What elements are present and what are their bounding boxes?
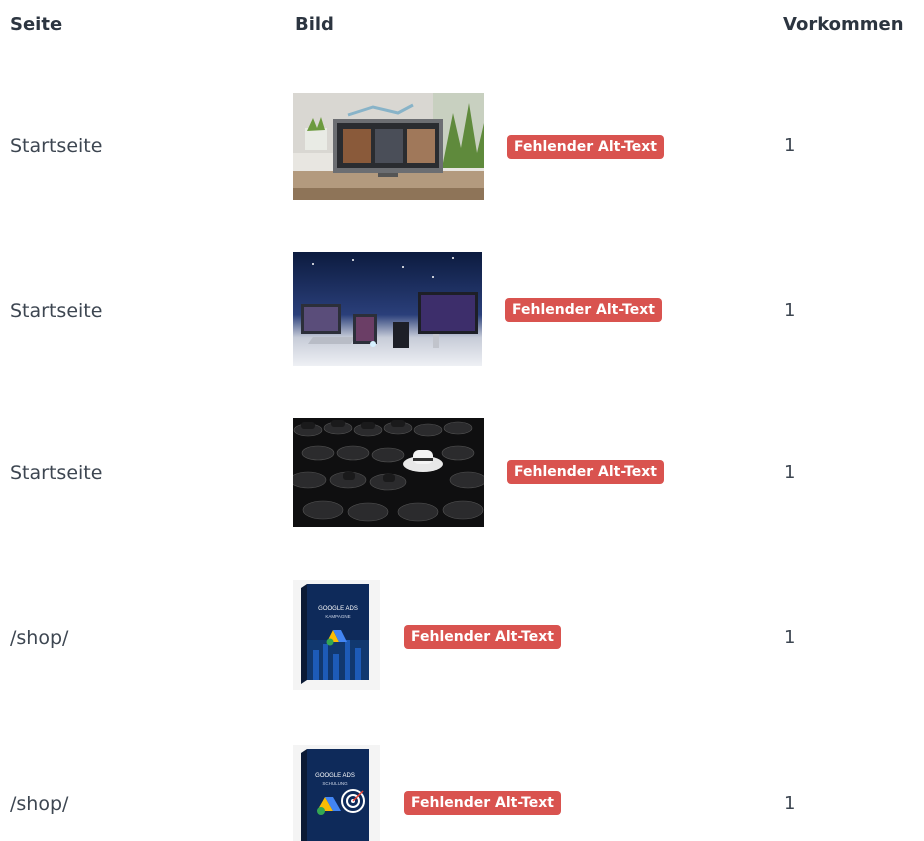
box-subtitle: SCHULUNG bbox=[322, 781, 348, 786]
box-title: GOOGLE ADS bbox=[315, 773, 355, 779]
box-subtitle: KAMPAGNE bbox=[325, 614, 350, 619]
occurrence-count: 1 bbox=[784, 135, 796, 156]
occurrence-count: 1 bbox=[784, 793, 796, 814]
page-cell: /shop/ bbox=[10, 627, 69, 649]
google-ads-schulung-box-image: GOOGLE ADS SCHULUNG bbox=[293, 745, 380, 841]
missing-alt-badge: Fehlender Alt-Text bbox=[404, 791, 562, 815]
occurrence-count: 1 bbox=[784, 462, 796, 483]
header-vorkommen: Vorkommen bbox=[783, 14, 904, 35]
tv-gallery-image bbox=[293, 93, 484, 200]
page-cell: Startseite bbox=[10, 135, 103, 157]
devices-night-image bbox=[293, 252, 482, 366]
missing-alt-badge: Fehlender Alt-Text bbox=[505, 298, 663, 322]
black-white-hats-image bbox=[293, 418, 484, 527]
missing-alt-badge: Fehlender Alt-Text bbox=[404, 625, 562, 649]
page-cell: Startseite bbox=[10, 300, 103, 322]
header-seite: Seite bbox=[10, 14, 63, 35]
page-cell: Startseite bbox=[10, 462, 103, 484]
google-ads-kampagne-box-image: GOOGLE ADS KAMPAGNE bbox=[293, 580, 380, 690]
box-title: GOOGLE ADS bbox=[318, 606, 358, 612]
missing-alt-badge: Fehlender Alt-Text bbox=[507, 135, 665, 159]
occurrence-count: 1 bbox=[784, 627, 796, 648]
missing-alt-badge: Fehlender Alt-Text bbox=[507, 460, 665, 484]
occurrence-count: 1 bbox=[784, 300, 796, 321]
page-cell: /shop/ bbox=[10, 793, 69, 815]
header-bild: Bild bbox=[295, 14, 334, 35]
